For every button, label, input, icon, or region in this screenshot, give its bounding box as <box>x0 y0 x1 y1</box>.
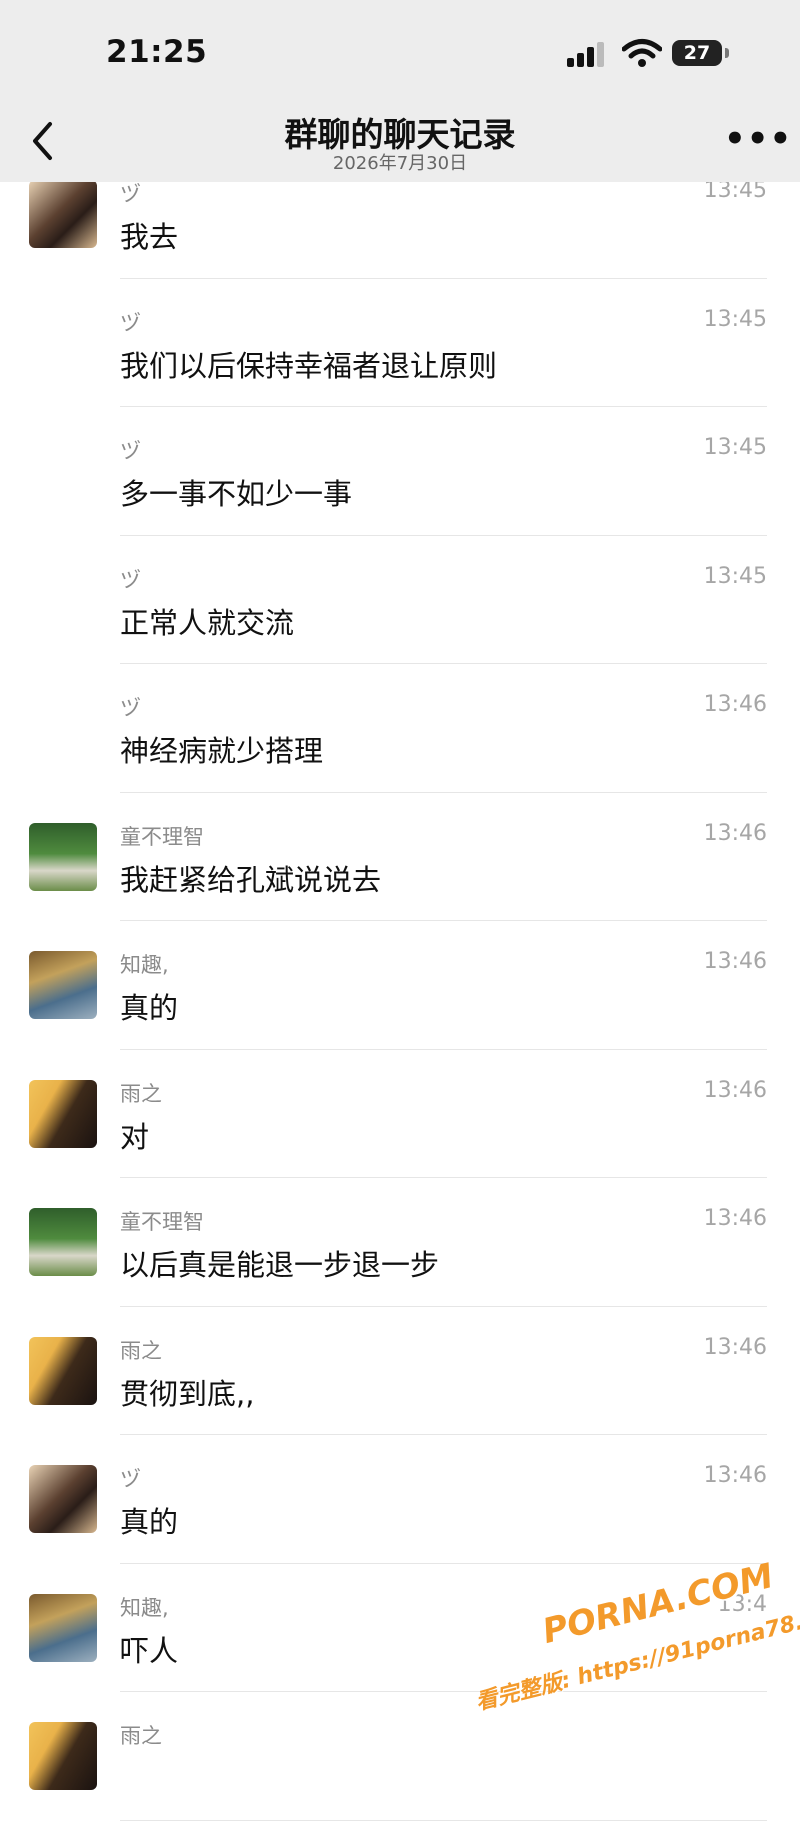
sender-name: 雨之 <box>120 1081 162 1106</box>
message-time: 13:45 <box>703 306 767 332</box>
message-text: 我赶紧给孔斌说说去 <box>120 862 382 897</box>
chat-message[interactable]: 雨之 <box>0 1692 800 1821</box>
avatar[interactable] <box>29 1336 97 1405</box>
wifi-icon <box>622 39 662 67</box>
message-text: 贯彻到底,, <box>120 1376 255 1411</box>
message-text: 神经病就少搭理 <box>120 734 324 768</box>
chat-message[interactable]: ヅ 13:45 正常人就交流 <box>0 536 800 664</box>
more-options-button[interactable]: ••• <box>724 122 792 156</box>
sender-name: ヅ <box>120 567 141 592</box>
avatar[interactable] <box>29 1593 97 1662</box>
avatar[interactable] <box>29 1079 97 1148</box>
sender-name: ヅ <box>120 439 141 463</box>
sender-name: ヅ <box>120 182 141 206</box>
message-time: 13:46 <box>703 1206 767 1231</box>
avatar[interactable] <box>29 951 97 1019</box>
chat-message[interactable]: 童不理智 13:46 我赶紧给孔斌说说去 <box>0 793 800 921</box>
message-text: 我们以后保持幸福者退让原则 <box>120 348 498 383</box>
cellular-signal-icon <box>567 42 604 67</box>
message-time: 13:46 <box>703 1334 767 1360</box>
avatar[interactable] <box>29 1465 97 1533</box>
message-text: 真的 <box>120 1505 179 1539</box>
message-time: 13:46 <box>703 692 767 717</box>
message-text: 吓人 <box>120 1633 179 1668</box>
message-text: 正常人就交流 <box>120 605 295 640</box>
chat-message[interactable]: 童不理智 13:46 以后真是能退一步退一步 <box>0 1178 800 1307</box>
nav-header: 21:25 27 群聊的聊天记录 2026年7月30日 ••• <box>0 0 800 182</box>
chat-message[interactable]: 知趣, 13:4 吓人 <box>0 1564 800 1692</box>
avatar[interactable] <box>29 1722 97 1790</box>
sender-name: 雨之 <box>120 1724 162 1748</box>
chat-message[interactable]: 知趣, 13:46 真的 <box>0 921 800 1050</box>
avatar[interactable] <box>29 1208 97 1276</box>
message-text: 以后真是能退一步退一步 <box>120 1248 440 1282</box>
status-time: 21:25 <box>106 34 208 70</box>
chat-message[interactable]: ヅ 13:45 多一事不如少一事 <box>0 407 800 536</box>
chat-message[interactable]: ヅ 13:45 我们以后保持幸福者退让原则 <box>0 279 800 407</box>
message-time: 13:45 <box>703 435 767 460</box>
sender-name: 知趣, <box>120 1595 169 1620</box>
avatar[interactable] <box>29 822 97 891</box>
chat-message[interactable]: ヅ 13:46 神经病就少搭理 <box>0 664 800 793</box>
message-time: 13:46 <box>703 820 767 846</box>
message-text: 多一事不如少一事 <box>120 477 353 511</box>
message-time: 13:4 <box>717 1591 767 1617</box>
message-text: 对 <box>120 1119 150 1154</box>
sender-name: 雨之 <box>120 1338 162 1363</box>
message-text: 真的 <box>120 991 179 1025</box>
message-time: 13:46 <box>703 949 767 974</box>
chat-message[interactable]: 雨之 13:46 对 <box>0 1050 800 1178</box>
chat-history-list: ヅ 13:45 我去ヅ 13:45 我们以后保持幸福者退让原则ヅ 13:45 多一事不如少一… <box>0 150 800 1821</box>
message-time: 13:45 <box>703 563 767 589</box>
sender-name: ヅ <box>120 310 141 335</box>
battery-tip <box>725 48 729 58</box>
message-text: 我去 <box>120 220 179 254</box>
message-time: 13:46 <box>703 1463 767 1488</box>
chat-date: 2026年7月30日 <box>332 153 468 174</box>
sender-name: ヅ <box>120 1467 141 1491</box>
sender-name: 童不理智 <box>120 824 204 849</box>
battery-icon: 27 <box>672 40 722 66</box>
chat-message[interactable]: ヅ 13:46 真的 <box>0 1435 800 1564</box>
message-time: 13:46 <box>703 1077 767 1103</box>
message-divider <box>120 1819 767 1821</box>
sender-name: 童不理智 <box>120 1210 204 1234</box>
chat-message[interactable]: 雨之 13:46 贯彻到底,, <box>0 1307 800 1435</box>
sender-name: ヅ <box>120 696 141 720</box>
sender-name: 知趣, <box>120 953 169 977</box>
avatar[interactable] <box>29 180 97 248</box>
